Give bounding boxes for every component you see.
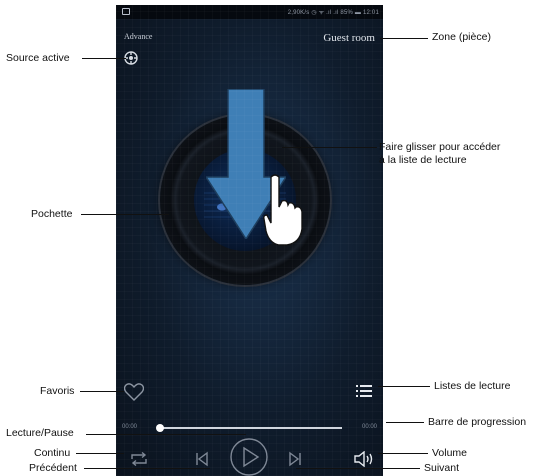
leader-previous <box>84 468 210 469</box>
next-icon[interactable] <box>288 451 302 467</box>
label-source-active: Source active <box>6 52 70 64</box>
label-drag-line1: Faire glisser pour accéder <box>379 141 501 153</box>
leader-repeat <box>76 453 124 454</box>
status-text: 2,90K/s ◷ ᯤ .ıl .ıl 85% ▬ 12:01 <box>287 10 379 16</box>
phone-screen: 2,90K/s ◷ ᯤ .ıl .ıl 85% ▬ 12:01 Advance … <box>116 5 383 476</box>
progress-thumb[interactable] <box>156 424 164 432</box>
progress-bar[interactable] <box>158 427 342 429</box>
label-drag-line2: à la liste de lecture <box>379 154 467 166</box>
volume-icon[interactable] <box>354 451 374 467</box>
hand-icon <box>263 174 303 246</box>
leader-source-active <box>82 58 126 59</box>
label-playlists: Listes de lecture <box>434 380 511 392</box>
play-icon[interactable] <box>229 437 269 476</box>
status-bar: 2,90K/s ◷ ᯤ .ıl .ıl 85% ▬ 12:01 <box>116 5 383 19</box>
leader-zone <box>380 38 428 39</box>
label-repeat: Continu <box>34 447 71 459</box>
leader-play-pause <box>86 434 246 435</box>
repeat-icon[interactable] <box>130 452 148 466</box>
label-next: Suivant <box>424 462 460 474</box>
leader-playlists <box>378 386 430 387</box>
label-play-pause: Lecture/Pause <box>6 427 74 439</box>
leader-volume <box>378 453 428 454</box>
label-favorites: Favoris <box>40 385 75 397</box>
label-cover: Pochette <box>31 208 73 220</box>
leader-favorites <box>80 391 124 392</box>
label-progress-bar: Barre de progression <box>428 416 527 428</box>
leader-drag <box>282 147 377 148</box>
total-time: 00:00 <box>361 424 377 430</box>
sim-icon <box>122 8 130 15</box>
label-volume: Volume <box>432 447 468 459</box>
source-icon[interactable] <box>124 51 138 65</box>
label-previous: Précédent <box>29 462 77 474</box>
room-name[interactable]: Guest room <box>323 32 375 44</box>
leader-next <box>296 468 420 469</box>
leader-progress <box>386 422 424 423</box>
heart-icon[interactable] <box>124 383 144 401</box>
playlist-icon[interactable] <box>356 384 372 398</box>
elapsed-time: 00:00 <box>122 424 138 430</box>
leader-cover <box>81 214 169 215</box>
source-label: Advance <box>124 32 153 41</box>
previous-icon[interactable] <box>195 451 209 467</box>
label-zone: Zone (pièce) <box>432 31 491 43</box>
